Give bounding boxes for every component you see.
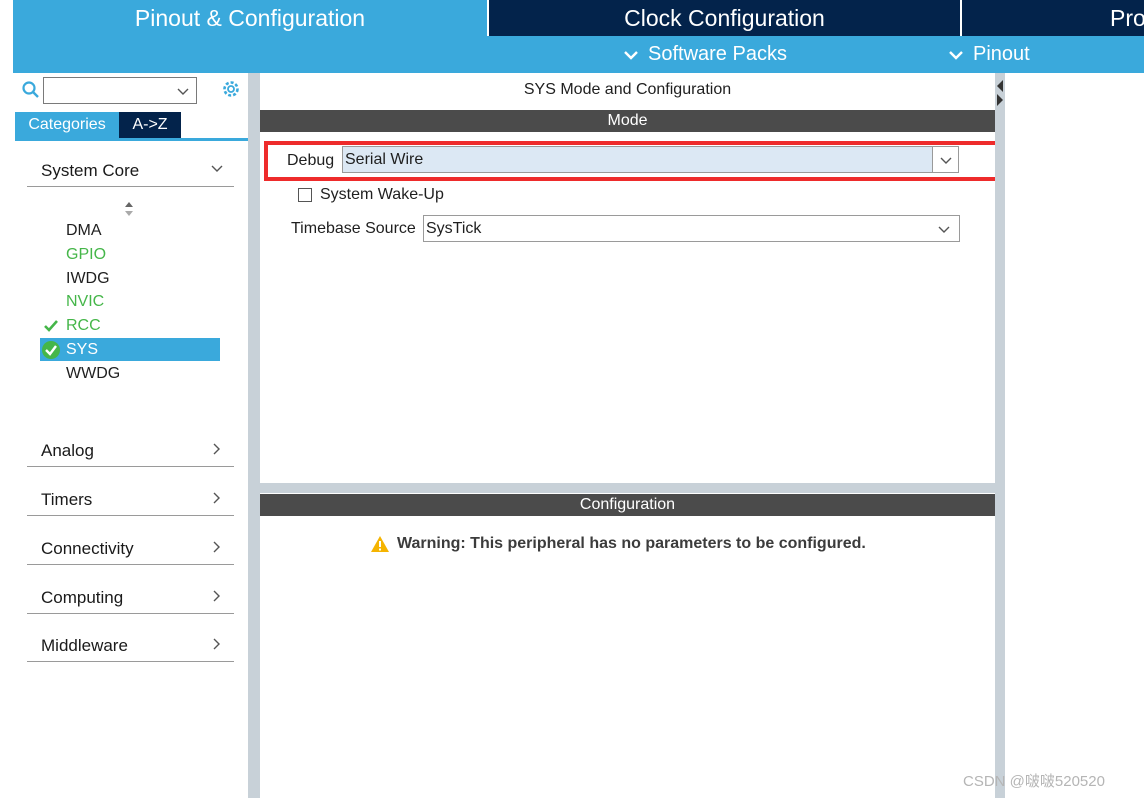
- chevron-down-icon: [624, 50, 638, 60]
- timebase-label: Timebase Source: [291, 220, 416, 237]
- chevron-right-icon: [213, 590, 220, 602]
- group-system-core[interactable]: System Core: [27, 155, 234, 187]
- warning-message: Warning: This peripheral has no paramete…: [370, 535, 866, 553]
- category-tabs: Categories A->Z: [15, 112, 181, 138]
- collapse-arrows-icon[interactable]: [996, 78, 1004, 108]
- timebase-value: SysTick: [426, 220, 482, 237]
- group-analog[interactable]: Analog: [27, 435, 234, 467]
- chevron-down-icon[interactable]: [176, 84, 190, 98]
- debug-select[interactable]: Serial Wire: [342, 146, 959, 173]
- group-computing[interactable]: Computing: [27, 582, 234, 614]
- tab-pinout-configuration[interactable]: Pinout & Configuration: [13, 0, 487, 36]
- group-label: Analog: [41, 441, 94, 460]
- group-label: Timers: [41, 490, 93, 509]
- list-item-gpio[interactable]: GPIO: [40, 243, 220, 266]
- system-wakeup-label: System Wake-Up: [320, 186, 444, 203]
- tab-clock-configuration[interactable]: Clock Configuration: [487, 0, 960, 36]
- chevron-right-icon: [213, 492, 220, 504]
- chevron-down-icon: [938, 226, 950, 233]
- tab-categories[interactable]: Categories: [15, 112, 119, 138]
- category-tabs-underline: [15, 138, 248, 141]
- item-label: NVIC: [66, 292, 105, 310]
- item-label: DMA: [66, 221, 102, 239]
- item-label: SYS: [66, 340, 99, 358]
- left-panel: Categories A->Z System Core DMA GPIO IWD…: [13, 73, 248, 798]
- list-item-wwdg[interactable]: WWDG: [40, 362, 220, 385]
- software-packs-label: Software Packs: [648, 43, 787, 65]
- chevron-down-icon: [940, 157, 952, 164]
- system-wakeup-checkbox[interactable]: System Wake-Up: [298, 183, 444, 207]
- debug-dropdown-button[interactable]: [932, 147, 958, 172]
- checkmark-icon: [44, 320, 58, 332]
- group-timers[interactable]: Timers: [27, 484, 234, 516]
- left-panel-splitter[interactable]: [248, 73, 260, 798]
- search-icon[interactable]: [21, 80, 41, 100]
- debug-label: Debug: [287, 152, 335, 169]
- warning-icon: [371, 536, 389, 552]
- debug-value: Serial Wire: [345, 151, 424, 168]
- item-label: RCC: [66, 316, 101, 334]
- pinout-menu-label: Pinout: [973, 43, 1030, 65]
- item-label: GPIO: [66, 245, 107, 263]
- warning-text: Warning: This peripheral has no paramete…: [397, 535, 866, 552]
- list-item-iwdg[interactable]: IWDG: [40, 267, 220, 290]
- group-label: Middleware: [41, 636, 128, 655]
- list-item-dma[interactable]: DMA: [40, 219, 220, 242]
- tab-project-manager[interactable]: Project Manager: [960, 0, 1144, 36]
- checkbox-box[interactable]: [298, 188, 312, 202]
- group-label: Connectivity: [41, 539, 134, 558]
- chevron-down-icon: [949, 50, 963, 60]
- item-label: WWDG: [66, 364, 121, 382]
- pinout-menu[interactable]: Pinout: [947, 36, 1030, 73]
- page-title: SYS Mode and Configuration: [523, 81, 732, 98]
- watermark: CSDN @啵啵520520: [963, 773, 1105, 790]
- check-circle-icon: [42, 341, 60, 359]
- configuration-section-header: Configuration: [260, 494, 995, 516]
- top-tab-bar: Pinout & Configuration Clock Configurati…: [13, 0, 1144, 36]
- gear-icon[interactable]: [220, 78, 242, 100]
- tab-a-to-z[interactable]: A->Z: [119, 112, 181, 138]
- item-label: IWDG: [66, 269, 110, 287]
- timebase-select[interactable]: SysTick: [423, 215, 960, 242]
- search-input[interactable]: [43, 77, 197, 104]
- list-item-nvic[interactable]: NVIC: [40, 290, 220, 313]
- chevron-right-icon: [213, 541, 220, 553]
- section-splitter[interactable]: [260, 483, 995, 493]
- list-item-rcc[interactable]: RCC: [40, 314, 220, 337]
- chevron-down-icon: [211, 165, 223, 172]
- group-label: Computing: [41, 588, 124, 607]
- right-splitter[interactable]: [995, 73, 1005, 798]
- mode-section-header: Mode: [260, 110, 995, 132]
- sub-menu-bar: Software Packs Pinout: [13, 36, 1144, 73]
- list-item-sys[interactable]: SYS: [40, 338, 220, 361]
- sort-icon[interactable]: [123, 201, 135, 217]
- center-panel: SYS Mode and Configuration Mode Debug Se…: [260, 73, 1005, 798]
- software-packs-menu[interactable]: Software Packs: [622, 36, 787, 73]
- chevron-right-icon: [213, 443, 220, 455]
- group-connectivity[interactable]: Connectivity: [27, 533, 234, 565]
- chevron-right-icon: [213, 638, 220, 650]
- group-label: System Core: [41, 161, 140, 180]
- group-middleware[interactable]: Middleware: [27, 630, 234, 662]
- stm32cubemx-window: Pinout & Configuration Clock Configurati…: [0, 0, 1144, 798]
